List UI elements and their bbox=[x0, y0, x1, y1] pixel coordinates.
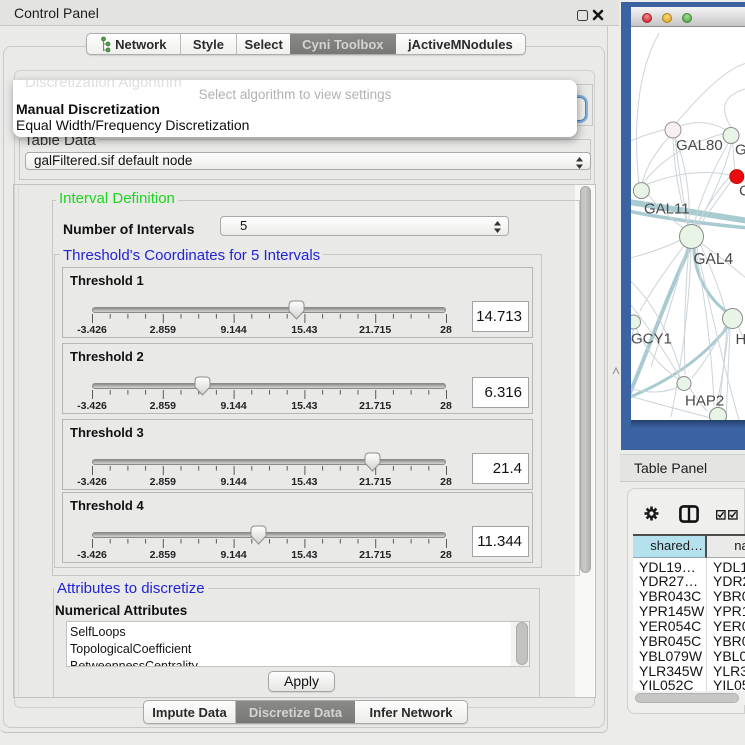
svg-text:GA: GA bbox=[735, 142, 745, 159]
svg-text:GCY1: GCY1 bbox=[631, 331, 672, 348]
svg-text:H: H bbox=[736, 331, 745, 348]
svg-text:GAL80: GAL80 bbox=[676, 137, 723, 154]
svg-text:HAP2: HAP2 bbox=[685, 393, 724, 410]
svg-text:C: C bbox=[739, 183, 745, 200]
svg-text:GAL11: GAL11 bbox=[644, 201, 690, 218]
svg-text:GAL4: GAL4 bbox=[694, 251, 734, 268]
